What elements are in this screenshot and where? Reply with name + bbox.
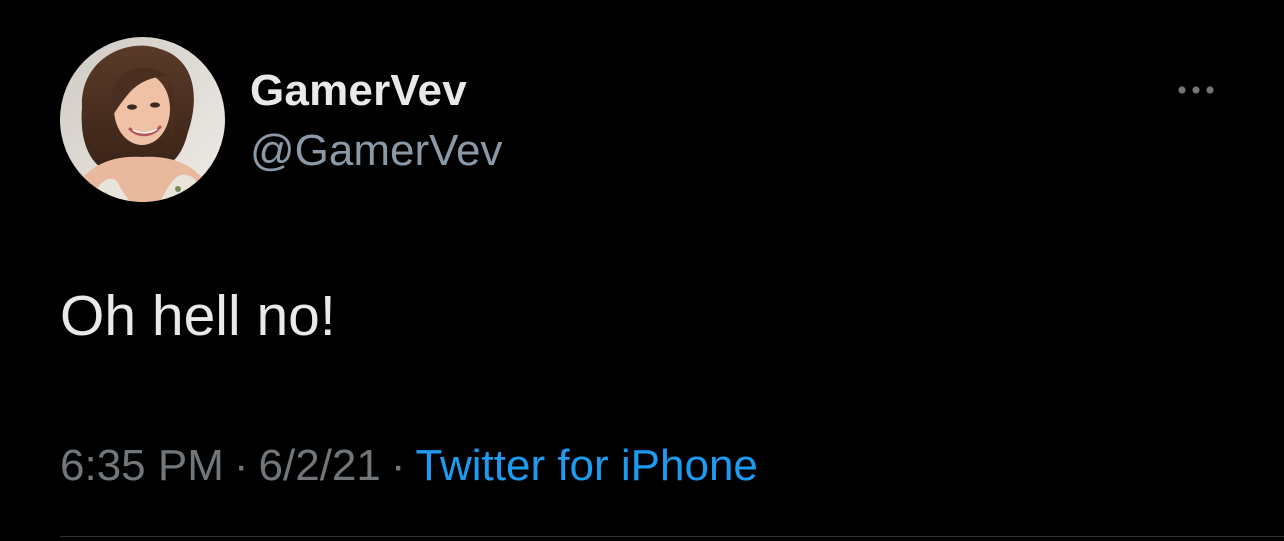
tweet-source-link[interactable]: Twitter for iPhone bbox=[416, 441, 758, 490]
more-options-button[interactable] bbox=[1168, 76, 1224, 104]
tweet-text: Oh hell no! bbox=[60, 284, 336, 348]
avatar[interactable] bbox=[60, 37, 225, 202]
tweet-detail: GamerVev @GamerVev Oh hell no! 6:35 PM · 6… bbox=[0, 0, 1284, 541]
more-horizontal-icon bbox=[1178, 86, 1214, 94]
tweet-time[interactable]: 6:35 PM bbox=[60, 441, 224, 490]
author-handle[interactable]: @GamerVev bbox=[250, 126, 503, 176]
author-display-name[interactable]: GamerVev bbox=[250, 66, 467, 116]
divider bbox=[60, 536, 1284, 537]
tweet-meta: 6:35 PM · 6/2/21 · Twitter for iPhone bbox=[60, 441, 758, 491]
meta-separator: · bbox=[390, 441, 406, 490]
tweet-date[interactable]: 6/2/21 bbox=[259, 441, 381, 490]
meta-separator: · bbox=[233, 441, 249, 490]
